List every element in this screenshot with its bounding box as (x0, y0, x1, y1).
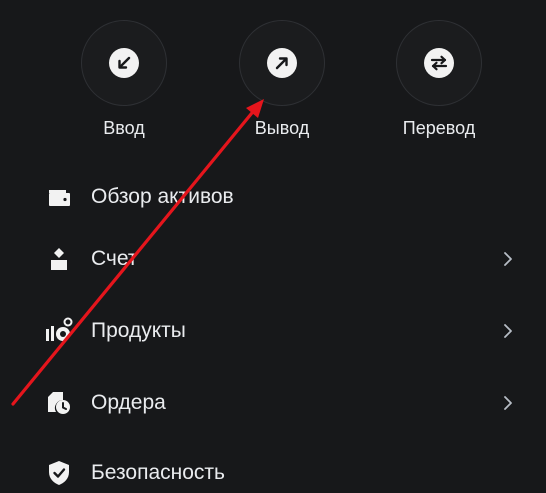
transfer-arrows-icon (424, 48, 454, 78)
deposit-circle (81, 20, 167, 106)
arrow-up-right-icon (267, 48, 297, 78)
transfer-circle (396, 20, 482, 106)
chevron-right-icon (498, 321, 518, 341)
chevron-right-icon (498, 249, 518, 269)
quick-actions: Ввод Вывод Перевод (0, 20, 546, 140)
menu-item-label: Счет (91, 247, 138, 270)
menu-item-assets-overview[interactable]: Обзор активов (0, 169, 546, 225)
products-icon (44, 316, 74, 346)
menu-item-label: Безопасность (91, 461, 225, 484)
orders-clock-icon (44, 388, 74, 418)
deposit-label: Ввод (103, 118, 145, 138)
transfer-label: Перевод (402, 118, 476, 138)
menu-item-label: Продукты (91, 319, 186, 342)
account-menu-panel: Ввод Вывод Перевод Обзор активов Счет Пр… (0, 0, 546, 493)
account-icon (44, 244, 74, 274)
withdraw-circle (239, 20, 325, 106)
menu-item-orders[interactable]: Ордера (0, 375, 546, 431)
arrow-down-left-icon (109, 48, 139, 78)
menu-item-label: Обзор активов (91, 185, 234, 208)
menu-item-products[interactable]: Продукты (0, 303, 546, 359)
menu-item-account[interactable]: Счет (0, 231, 546, 287)
transfer-button[interactable]: Перевод (384, 20, 494, 139)
deposit-button[interactable]: Ввод (69, 20, 179, 139)
chevron-right-icon (498, 393, 518, 413)
withdraw-button[interactable]: Вывод (227, 20, 337, 139)
withdraw-label: Вывод (254, 118, 310, 138)
menu-item-security[interactable]: Безопасность (0, 445, 546, 493)
menu-item-label: Ордера (91, 391, 166, 414)
wallet-icon (44, 182, 74, 212)
shield-check-icon (44, 458, 74, 488)
